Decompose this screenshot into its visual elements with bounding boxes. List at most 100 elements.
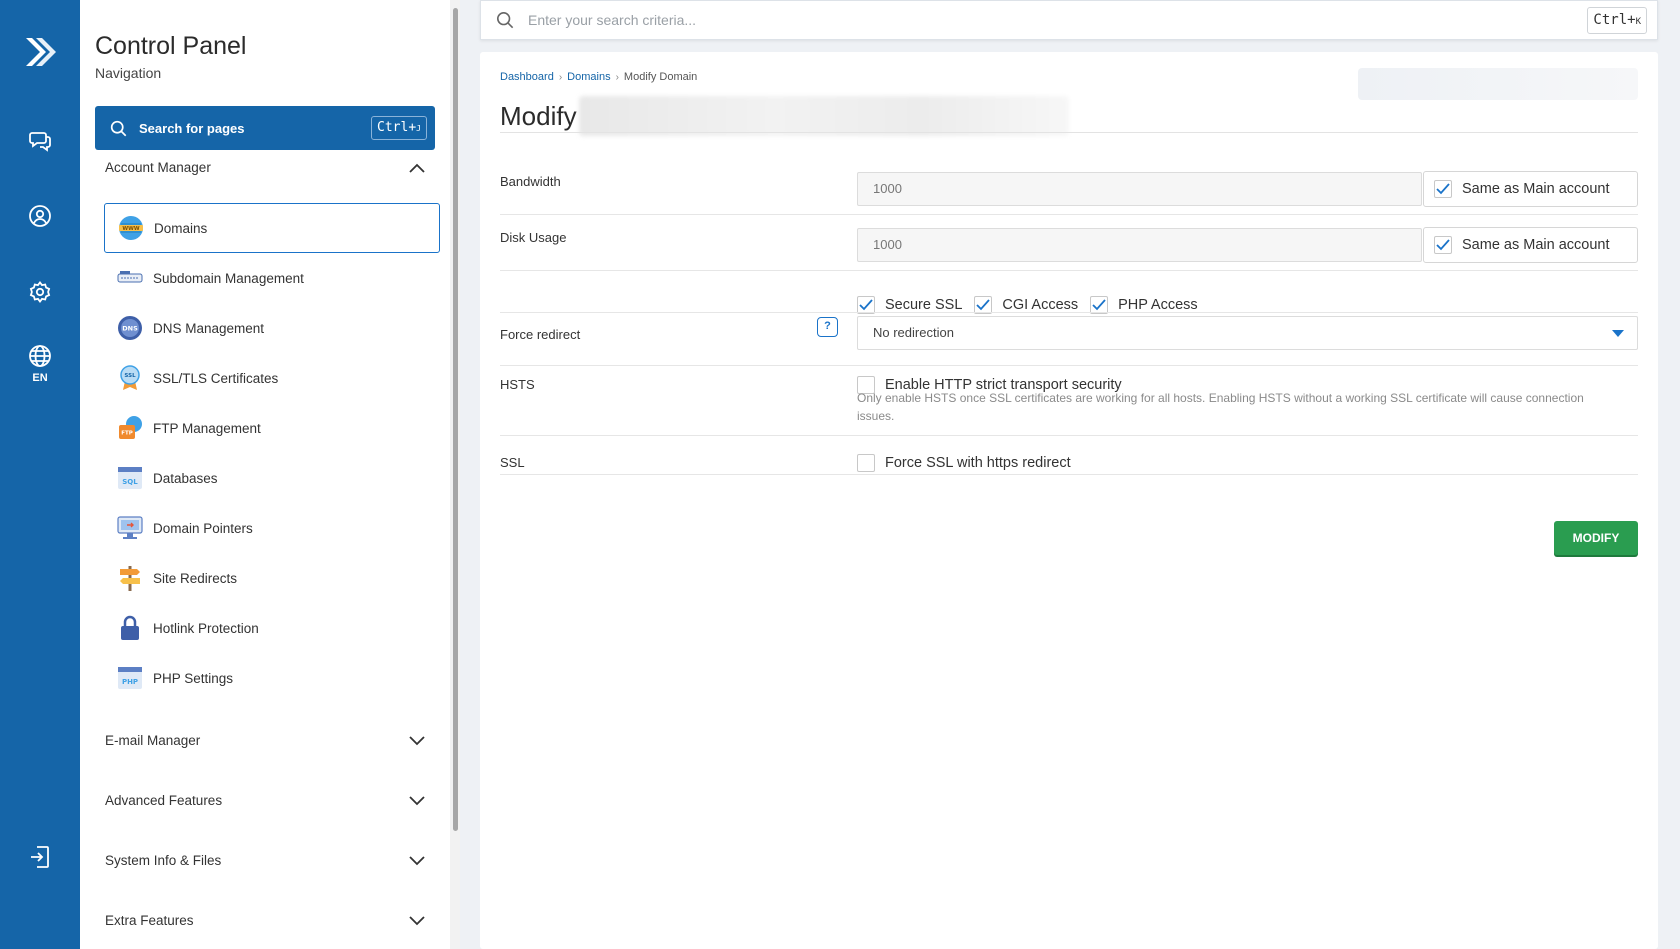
breadcrumb-domains[interactable]: Domains [567,71,610,83]
ssl-badge-icon: SSL [116,364,144,392]
modify-domain-card: Dashboard › Domains › Modify Domain Modi… [480,52,1658,949]
nav-scrollbar-thumb[interactable] [453,8,458,831]
nav-item-label: DNS Management [153,320,265,336]
logout-icon[interactable] [0,844,80,870]
icon-rail: EN [0,0,80,949]
checkbox-label: CGI Access [1002,297,1079,313]
select-value: No redirection [873,325,954,340]
nav-title: Control Panel [95,32,247,60]
language-switch[interactable]: EN [0,344,80,384]
language-label: EN [32,372,48,384]
nav-item-php-settings[interactable]: PHP PHP Settings [104,653,440,703]
breadcrumb-dashboard[interactable]: Dashboard [500,71,554,83]
divider [500,435,1638,436]
section-advanced-features[interactable]: Advanced Features [105,793,425,808]
gear-icon[interactable] [0,280,80,304]
nav-item-label: Hotlink Protection [153,620,259,636]
ssl-label: SSL [500,455,525,470]
breadcrumb-separator-icon: › [615,71,619,83]
nav-item-label: Databases [153,470,218,486]
caret-down-icon [1612,330,1624,337]
disk-usage-input[interactable]: 1000 [857,228,1422,262]
section-label: Advanced Features [105,793,223,808]
section-extra-features[interactable]: Extra Features [105,913,425,928]
hsts-hint: Only enable HSTS once SSL certificates a… [857,391,1584,423]
shortcut-modifier: Ctrl+ [1593,12,1636,28]
svg-text:WWW: WWW [122,226,139,232]
divider [500,270,1638,271]
global-search-input[interactable]: Enter your search criteria... [528,12,696,28]
shortcut-key: J [416,124,421,133]
php-window-icon: PHP [116,664,144,692]
divider [500,474,1638,475]
global-search-shortcut: Ctrl+K [1587,7,1647,34]
section-account-manager[interactable]: Account Manager [105,160,425,175]
nav-item-subdomain-management[interactable]: Subdomain Management [104,253,440,303]
nav-item-site-redirects[interactable]: Site Redirects [104,553,440,603]
nav-item-label: Site Redirects [153,570,238,586]
page-search-label: Search for pages [139,120,245,136]
force-ssl-checkbox[interactable]: Force SSL with https redirect [857,454,1071,472]
nav-scrollbar[interactable] [450,0,460,949]
page-search-shortcut: Ctrl+J [371,116,427,140]
checkbox-label: Force SSL with https redirect [885,455,1071,471]
page-title: Modify [500,96,1069,136]
section-label: Account Manager [105,160,211,175]
shortcut-modifier: Ctrl+ [377,120,417,135]
disk-usage-same-as-main-checkbox[interactable]: Same as Main account [1423,227,1638,263]
ftp-folder-icon: FTP [116,414,144,442]
nav-item-label: Subdomain Management [153,270,304,286]
global-search-bar[interactable]: Enter your search criteria... Ctrl+K [480,0,1658,40]
modify-button[interactable]: MODIFY [1554,521,1638,555]
nav-item-ssl-tls-certificates[interactable]: SSL SSL/TLS Certificates [104,353,440,403]
padlock-icon [116,614,144,642]
svg-text:PHP: PHP [122,678,138,686]
disk-usage-label: Disk Usage [500,230,567,245]
nav-item-label: SSL/TLS Certificates [153,370,279,386]
nav-item-ftp-management[interactable]: FTP FTP Management [104,403,440,453]
logo-icon[interactable] [0,32,80,72]
nav-item-hotlink-protection[interactable]: Hotlink Protection [104,603,440,653]
chevron-down-icon [409,735,425,745]
sql-database-icon: SQL [116,464,144,492]
nav-item-label: PHP Settings [153,670,234,686]
chevron-up-icon [409,163,425,173]
shortcut-key: K [1635,17,1641,27]
www-globe-icon: WWW [117,214,145,242]
signpost-icon [116,564,144,592]
section-system-info-files[interactable]: System Info & Files [105,853,425,868]
svg-text:SQL: SQL [122,478,138,486]
svg-text:FTP: FTP [121,431,133,437]
chat-icon[interactable] [0,128,80,152]
hsts-label: HSTS [500,377,535,392]
nav-item-domains[interactable]: WWW Domains [104,203,440,253]
nav-item-label: Domain Pointers [153,520,253,536]
breadcrumb-separator-icon: › [558,71,563,83]
nav-subtitle: Navigation [95,65,162,81]
nav-item-domain-pointers[interactable]: Domain Pointers [104,503,440,553]
section-email-manager[interactable]: E-mail Manager [105,733,425,748]
svg-text:DNS: DNS [122,325,138,333]
section-label: E-mail Manager [105,733,201,748]
page-search-button[interactable]: Search for pages Ctrl+J [95,106,435,150]
checkbox-label: PHP Access [1118,297,1198,313]
force-redirect-label: Force redirect [500,327,581,342]
section-label: System Info & Files [105,853,222,868]
help-icon[interactable]: ? [817,317,838,337]
divider [500,312,1638,313]
checkbox-label: Same as Main account [1462,237,1610,253]
chevron-down-icon [409,795,425,805]
domain-pointer-icon [116,514,144,542]
nav-item-dns-management[interactable]: DNS DNS Management [104,303,440,353]
section-label: Extra Features [105,913,194,928]
divider [500,132,1638,133]
user-icon[interactable] [0,204,80,228]
nav-item-label: FTP Management [153,420,261,436]
chevron-down-icon [409,915,425,925]
bandwidth-same-as-main-checkbox[interactable]: Same as Main account [1423,171,1638,207]
checkbox-checked-icon [1434,180,1452,198]
force-redirect-select[interactable]: No redirection [857,316,1638,350]
breadcrumb-current: Modify Domain [623,71,698,83]
bandwidth-input[interactable]: 1000 [857,172,1422,206]
nav-item-databases[interactable]: SQL Databases [104,453,440,503]
